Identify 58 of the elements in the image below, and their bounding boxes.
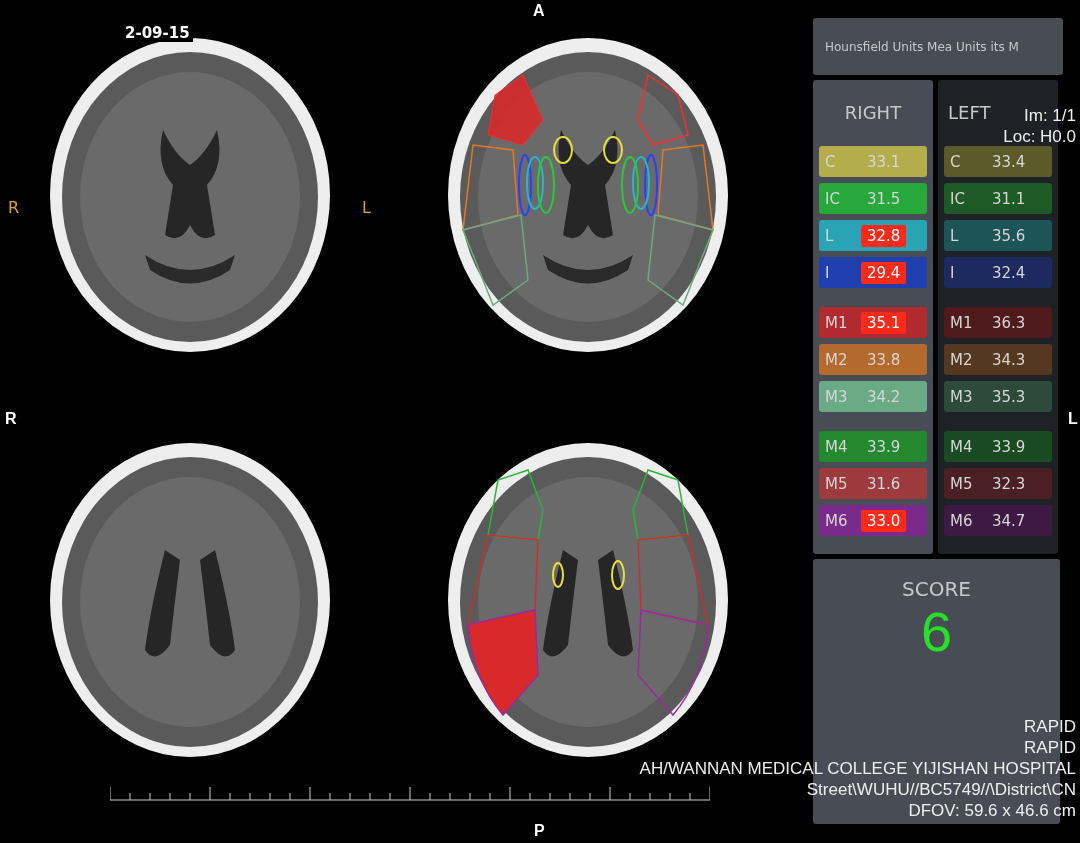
region-value: 33.9 [991,436,1027,458]
region-label: C [950,152,962,171]
scan-info-text: RAPID [1024,716,1076,737]
region-label: IC [950,189,966,208]
region-value: 34.7 [991,510,1027,532]
region-value: 34.2 [866,386,902,408]
region-value: 34.3 [991,349,1027,371]
region-label: M1 [950,313,974,332]
region-value: 33.4 [991,151,1027,173]
region-label: M3 [950,387,974,406]
flagged-value: 29.4 [861,261,907,284]
image-number: Im: 1/1 [1024,105,1076,126]
scan-info-text: RAPID [1024,737,1076,758]
region-label: M5 [825,474,849,493]
score-value: 6 [920,601,953,663]
scan-info-text: Street\WUHU//BC5749//\District\CN [806,779,1076,800]
side-marker: L [362,198,371,217]
region-label: L [950,226,960,245]
region-value: 31.6 [866,473,902,495]
region-label: M2 [950,350,974,369]
region-label: M4 [950,437,974,456]
location-text: Loc: H0.0 [1003,126,1076,147]
region-value: 33.1 [866,151,902,173]
region-label: L [825,226,835,245]
region-label: M1 [825,313,849,332]
region-label: C [825,152,837,171]
column-heading: RIGHT [843,102,903,125]
region-label: M5 [950,474,974,493]
region-value: 32.4 [991,262,1027,284]
orientation-label: A [533,2,545,20]
region-value: 33.9 [866,436,902,458]
region-value: 33.8 [866,349,902,371]
region-label: I [950,263,956,282]
region-value: 31.5 [866,188,902,210]
orientation-label: P [534,822,545,840]
region-label: M3 [825,387,849,406]
region-value: 35.3 [991,386,1027,408]
scan-info-text: DFOV: 59.6 x 46.6 cm [908,800,1076,821]
panel-title: Hounsfield Units Mea Units its M [813,18,1063,75]
region-label: M4 [825,437,849,456]
flagged-value: 35.1 [861,311,907,334]
region-label: IC [825,189,841,208]
region-value: 35.6 [991,225,1027,247]
region-value: 32.3 [991,473,1027,495]
region-label: I [825,263,831,282]
scan-info-text: AH/WANNAN MEDICAL COLLEGE YIJISHAN HOSPITAL [639,758,1076,779]
region-label: M6 [950,511,974,530]
region-value: 31.1 [991,188,1027,210]
region-label: M2 [825,350,849,369]
flagged-value: 33.0 [861,509,907,532]
column-heading: LEFT [948,102,991,125]
orientation-label: R [5,410,17,428]
orientation-label: L [1068,410,1078,428]
score-label: SCORE [902,577,971,601]
region-value: 36.3 [991,312,1027,334]
side-marker: R [8,198,20,217]
flagged-value: 32.8 [861,224,907,247]
region-label: M6 [825,511,849,530]
